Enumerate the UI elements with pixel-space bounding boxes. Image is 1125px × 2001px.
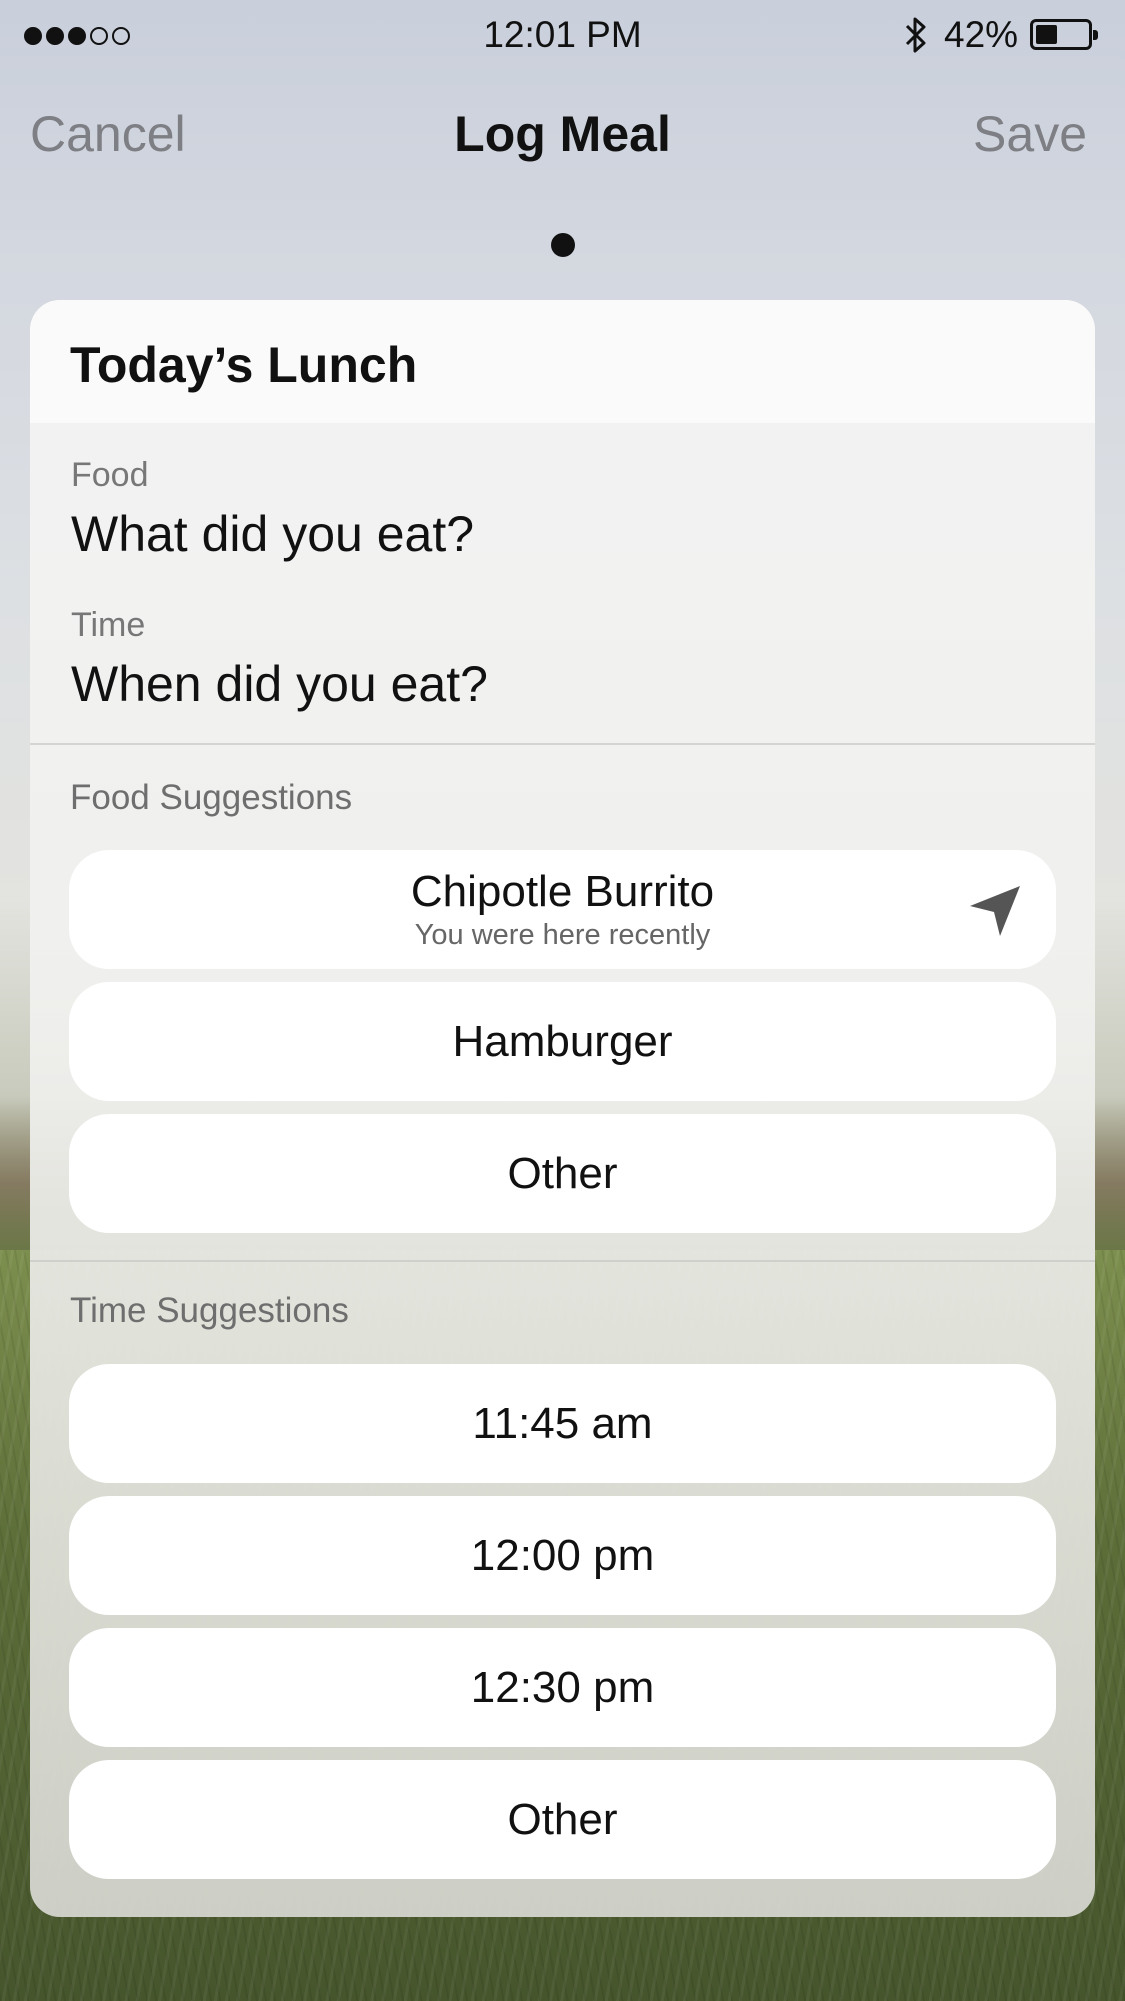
suggestion-label: 11:45 am (472, 1398, 653, 1448)
food-suggestions-title: Food Suggestions (70, 778, 353, 817)
time-suggestion-1200[interactable]: 12:00 pm (69, 1496, 1056, 1615)
section-divider (30, 1260, 1095, 1262)
time-suggestions-title: Time Suggestions (70, 1291, 349, 1330)
battery-fill (1036, 25, 1057, 44)
bluetooth-icon (905, 17, 926, 53)
suggestion-subtitle: You were here recently (414, 919, 711, 951)
suggestion-label: Hamburger (452, 1016, 673, 1066)
time-field[interactable]: Time When did you eat? (71, 606, 488, 713)
time-suggestion-1230[interactable]: 12:30 pm (69, 1628, 1056, 1747)
suggestion-label: Chipotle Burrito (410, 867, 715, 916)
meal-card: Today’s Lunch Food What did you eat? Tim… (30, 300, 1095, 1917)
meal-fields: Food What did you eat? Time When did you… (30, 423, 1095, 745)
navigation-bar: Cancel Log Meal Save (0, 95, 1125, 175)
time-suggestion-1145[interactable]: 11:45 am (69, 1364, 1056, 1483)
suggestion-label: Other (507, 1794, 618, 1844)
battery-nub (1093, 30, 1098, 40)
food-suggestion-other[interactable]: Other (69, 1114, 1056, 1233)
food-suggestion-chipotle[interactable]: Chipotle Burrito You were here recently (69, 850, 1056, 969)
time-field-label: Time (71, 606, 146, 644)
food-field-placeholder[interactable]: What did you eat? (71, 505, 474, 563)
battery-icon (1030, 19, 1098, 50)
save-button[interactable]: Save (973, 105, 1087, 163)
food-field-label: Food (71, 456, 149, 494)
suggestion-label: 12:00 pm (470, 1530, 655, 1580)
status-bar: 12:01 PM 42% (0, 0, 1125, 72)
battery-percentage: 42% (944, 14, 1019, 55)
location-arrow-icon (970, 886, 1020, 936)
card-title: Today’s Lunch (30, 300, 1095, 423)
food-suggestion-hamburger[interactable]: Hamburger (69, 982, 1056, 1101)
food-field[interactable]: Food What did you eat? (71, 456, 474, 563)
suggestion-label: Other (507, 1148, 618, 1198)
time-suggestion-other[interactable]: Other (69, 1760, 1056, 1879)
page-indicator-dot (551, 233, 575, 257)
time-field-placeholder[interactable]: When did you eat? (71, 655, 488, 713)
suggestion-label: 12:30 pm (470, 1662, 655, 1712)
page-title: Log Meal (454, 106, 671, 162)
